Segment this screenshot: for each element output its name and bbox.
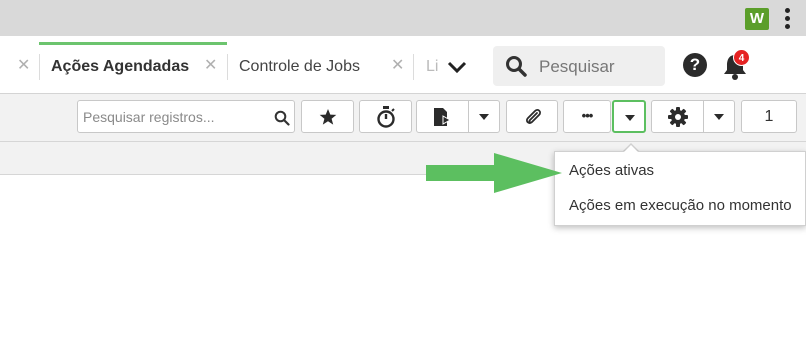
menu-item-acoes-em-execucao[interactable]: Ações em execução no momento xyxy=(555,191,805,221)
search-icon[interactable] xyxy=(274,110,290,126)
records-search-placeholder: Pesquisar registros... xyxy=(83,109,215,125)
search-icon xyxy=(506,56,527,77)
notification-badge: 4 xyxy=(733,49,750,66)
gear-icon xyxy=(668,107,688,127)
export-document-icon xyxy=(434,108,452,126)
timer-button[interactable] xyxy=(359,100,412,133)
tab-controle-de-jobs[interactable]: Controle de Jobs xyxy=(239,58,360,76)
close-icon[interactable]: ✕ xyxy=(391,58,404,74)
extension-icon[interactable]: W xyxy=(745,8,769,30)
page-number-button[interactable]: 1 xyxy=(741,100,797,133)
tab-bar: ✕ Ações Agendadas ✕ Controle de Jobs ✕ L… xyxy=(0,36,806,94)
attachment-button[interactable] xyxy=(506,100,558,133)
actions-dropdown-menu: Ações ativas Ações em execução no moment… xyxy=(554,151,806,226)
more-icon: ••• xyxy=(581,108,594,123)
browser-toolbar: W xyxy=(0,0,806,36)
records-search-input[interactable]: Pesquisar registros... xyxy=(77,100,295,133)
settings-button[interactable] xyxy=(651,100,735,133)
tab-divider xyxy=(39,54,40,80)
help-icon[interactable]: ? xyxy=(683,53,707,77)
stopwatch-icon xyxy=(377,106,395,128)
tab-divider xyxy=(227,54,228,80)
records-toolbar: Pesquisar registros... ••• 1 xyxy=(0,94,806,142)
global-search-input[interactable]: Pesquisar xyxy=(493,46,665,86)
caret-down-icon[interactable] xyxy=(478,113,490,121)
active-tab-indicator xyxy=(39,42,227,45)
button-divider xyxy=(468,101,469,132)
tab-truncated[interactable]: Li xyxy=(426,58,438,76)
search-placeholder: Pesquisar xyxy=(539,57,615,76)
tab-acoes-agendadas[interactable]: Ações Agendadas xyxy=(51,58,189,76)
kebab-menu-icon[interactable] xyxy=(785,8,791,30)
button-divider xyxy=(703,101,704,132)
actions-dropdown-toggle[interactable] xyxy=(612,100,646,133)
chevron-down-icon[interactable] xyxy=(446,58,468,76)
favorite-button[interactable] xyxy=(301,100,354,133)
export-button[interactable] xyxy=(416,100,500,133)
paperclip-icon xyxy=(526,109,541,124)
caret-down-icon xyxy=(625,115,635,121)
menu-item-acoes-ativas[interactable]: Ações ativas xyxy=(555,156,805,186)
tab-divider xyxy=(413,54,414,80)
menu-caret-inner xyxy=(623,145,639,153)
star-icon xyxy=(319,109,337,125)
close-icon[interactable]: ✕ xyxy=(204,58,217,74)
app-window: W ✕ Ações Agendadas ✕ Controle de Jobs ✕… xyxy=(0,0,806,342)
more-actions-button[interactable]: ••• xyxy=(563,100,611,133)
annotation-arrow-icon xyxy=(426,153,562,193)
caret-down-icon[interactable] xyxy=(713,113,725,121)
close-icon[interactable]: ✕ xyxy=(17,58,30,74)
